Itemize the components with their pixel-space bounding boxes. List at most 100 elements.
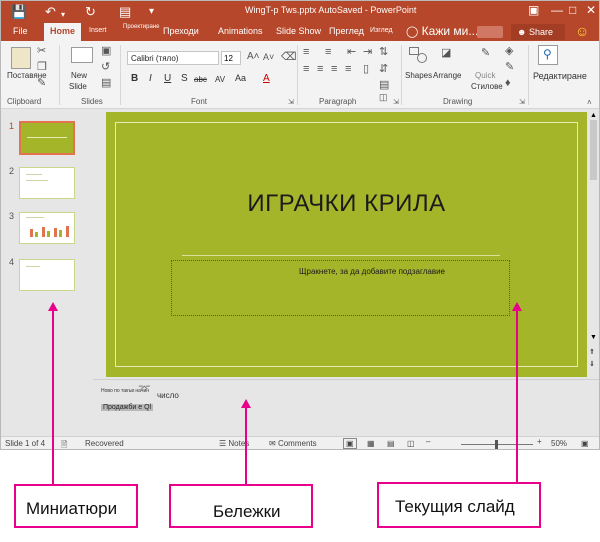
zoom-level[interactable]: 50% <box>551 439 567 448</box>
fit-slide-icon[interactable]: ▣ <box>581 439 589 448</box>
shape-outline-icon[interactable]: ✎ <box>505 61 514 73</box>
vertical-scrollbar[interactable]: ▲ ▼ ⇑ ⇓ <box>588 112 599 374</box>
underline-icon[interactable]: U <box>164 73 171 84</box>
arrange-icon[interactable]: ◪ <box>441 47 451 59</box>
slideshow-view-icon[interactable]: ◫ <box>407 439 415 448</box>
tab-home[interactable]: Home <box>44 23 82 41</box>
shapes-button[interactable]: Shapes <box>405 71 432 80</box>
paste-icon[interactable] <box>11 47 31 69</box>
font-dialog-launcher-icon[interactable]: ⇲ <box>288 97 294 109</box>
editing-button[interactable]: Редактиране <box>533 71 587 81</box>
new-slide-label-2[interactable]: Slide <box>69 82 87 91</box>
layout-icon[interactable]: ▣ <box>101 45 111 57</box>
current-slide[interactable]: ИГРАЧКИ КРИЛА Щракнете, за да добавите п… <box>106 112 587 377</box>
text-direction-icon[interactable]: ⇵ <box>379 63 388 75</box>
tab-insert[interactable]: Insert <box>89 27 107 34</box>
cut-icon[interactable]: ✂ <box>37 45 46 57</box>
smartart-icon[interactable]: ◫ <box>379 91 388 103</box>
line-spacing-icon[interactable]: ⇅ <box>379 46 388 58</box>
maximize-icon[interactable]: □ <box>569 3 576 17</box>
undo-icon[interactable]: ↶ <box>45 4 56 20</box>
slide-title[interactable]: ИГРАЧКИ КРИЛА <box>106 190 587 218</box>
shrink-font-icon[interactable]: A˅ <box>263 51 274 63</box>
tab-review[interactable]: Преглед <box>329 26 364 36</box>
decrease-indent-icon[interactable]: ⇤ <box>347 46 356 58</box>
font-name-box[interactable]: Calibri (тяло) <box>127 51 219 65</box>
columns-icon[interactable]: ▯ <box>363 63 369 75</box>
numbering-icon[interactable]: ≡ <box>325 46 331 58</box>
close-icon[interactable]: ✕ <box>586 3 596 17</box>
present-icon[interactable]: ▤ <box>119 4 131 20</box>
tab-slideshow[interactable]: Slide Show <box>276 26 321 36</box>
italic-icon[interactable]: I <box>149 73 152 84</box>
slide-thumbnail-4[interactable] <box>19 259 75 291</box>
notes-pane[interactable]: Ново по такъв начин ⌤ число Продажби е Q… <box>93 379 599 436</box>
reading-view-icon[interactable]: ▤ <box>387 439 395 448</box>
grow-font-icon[interactable]: A˄ <box>247 51 260 63</box>
tab-file[interactable]: File <box>13 26 28 36</box>
zoom-in-icon[interactable]: + <box>537 437 542 446</box>
tab-view[interactable]: Изглед <box>370 27 393 34</box>
bold-icon[interactable]: B <box>131 73 138 84</box>
drawing-dialog-launcher-icon[interactable]: ⇲ <box>519 97 525 109</box>
align-right-icon[interactable]: ≡ <box>331 63 337 75</box>
slide-thumbnail-1[interactable] <box>19 121 75 155</box>
normal-view-icon[interactable]: ▣ <box>343 438 357 449</box>
align-text-icon[interactable]: ▤ <box>379 79 389 91</box>
comments-button[interactable]: ✉ Comments <box>269 439 317 448</box>
share-button[interactable]: ☻ Share <box>511 24 565 40</box>
smiley-feedback-icon[interactable]: ☺ <box>575 23 589 39</box>
spacing-icon[interactable]: AV <box>215 75 225 84</box>
next-slide-icon[interactable]: ⇓ <box>589 360 595 368</box>
font-color-icon[interactable]: A <box>263 73 270 84</box>
tab-transitions[interactable]: Преходи <box>163 26 199 36</box>
callout-notes: Бележки <box>169 484 313 528</box>
slide-thumbnail-2[interactable] <box>19 167 75 199</box>
collapse-ribbon-icon[interactable]: ˄ <box>587 97 592 109</box>
slide-thumbnail-3[interactable] <box>19 212 75 244</box>
customize-qat-icon[interactable]: ▾ <box>149 4 154 20</box>
strikethrough-icon[interactable]: abc <box>194 75 207 84</box>
justify-icon[interactable]: ≡ <box>345 63 351 75</box>
copy-icon[interactable]: ❐ <box>37 61 47 73</box>
quick-styles-label-2[interactable]: Стилове <box>471 82 503 91</box>
reset-icon[interactable]: ↺ <box>101 61 110 73</box>
slide-sorter-icon[interactable]: ▦ <box>367 439 375 448</box>
shapes-icon[interactable] <box>409 47 431 67</box>
zoom-slider-thumb[interactable] <box>495 440 498 449</box>
redo-icon[interactable]: ↻ <box>85 4 96 20</box>
undo-dropdown-icon[interactable]: ▾ <box>61 7 65 23</box>
paragraph-dialog-launcher-icon[interactable]: ⇲ <box>393 97 399 109</box>
change-case-icon[interactable]: Aa <box>235 73 246 83</box>
scroll-thumb[interactable] <box>590 120 597 180</box>
new-slide-icon[interactable] <box>71 47 93 63</box>
clear-format-icon[interactable]: ⌫ <box>281 51 297 63</box>
zoom-out-icon[interactable]: – <box>426 437 430 446</box>
increase-indent-icon[interactable]: ⇥ <box>363 46 372 58</box>
align-center-icon[interactable]: ≡ <box>317 63 323 75</box>
new-slide-label[interactable]: New <box>71 71 87 80</box>
shape-fill-icon[interactable]: ◈ <box>505 45 513 57</box>
shadow-icon[interactable]: S <box>181 73 188 84</box>
section-icon[interactable]: ▤ <box>101 77 111 89</box>
ribbon-display-icon[interactable]: ▣ <box>528 3 539 17</box>
tell-me-search[interactable]: ◯ Кажи ми... <box>406 24 478 38</box>
tab-animations[interactable]: Animations <box>218 26 263 36</box>
previous-slide-icon[interactable]: ⇑ <box>589 348 595 356</box>
quick-styles-icon[interactable]: ✎ <box>481 47 490 59</box>
minimize-icon[interactable]: — <box>551 3 563 17</box>
shape-effects-icon[interactable]: ♦ <box>505 77 511 89</box>
format-painter-icon[interactable]: ✎ <box>37 77 46 89</box>
arrange-button[interactable]: Arrange <box>433 71 461 80</box>
quick-styles-button[interactable]: Quick <box>475 71 495 80</box>
scroll-up-icon[interactable]: ▲ <box>590 112 597 119</box>
subtitle-placeholder-text: Щракнете, за да добавите подзаглавие <box>299 267 445 276</box>
tab-design[interactable]: Проектиране <box>123 24 159 30</box>
align-left-icon[interactable]: ≡ <box>303 63 309 75</box>
font-size-box[interactable]: 12 <box>221 51 241 65</box>
spelling-icon[interactable]: 🗎 <box>61 439 67 449</box>
save-icon[interactable]: 💾 <box>11 4 27 20</box>
scroll-down-icon[interactable]: ▼ <box>590 334 597 341</box>
bullets-icon[interactable]: ≡ <box>303 46 309 58</box>
find-icon[interactable]: ⚲ <box>538 45 558 65</box>
